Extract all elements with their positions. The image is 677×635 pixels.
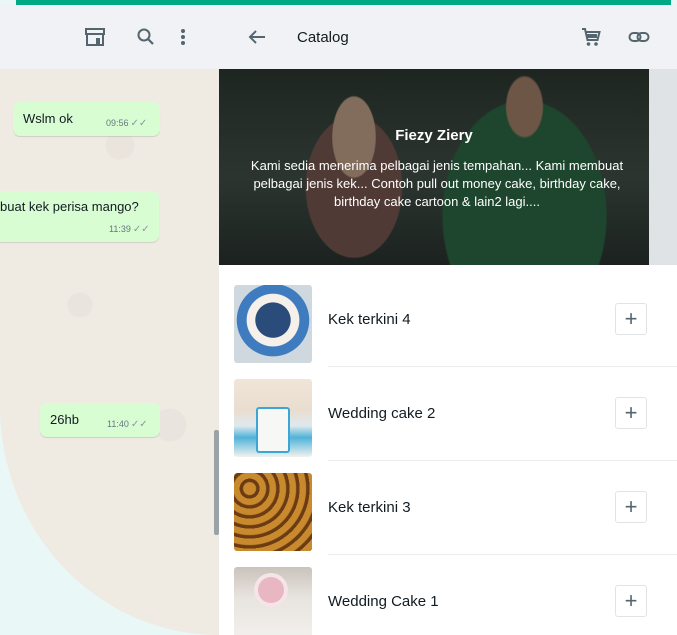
product-item[interactable]: Kek terkini 3 + xyxy=(219,461,677,555)
add-product-button[interactable]: + xyxy=(615,397,647,429)
cake-flower xyxy=(258,577,284,603)
business-name: Fiezy Ziery xyxy=(395,127,473,144)
chat-wallpaper xyxy=(0,5,219,635)
message-bubble[interactable]: buat kek perisa mango? 11:39 ✓✓ xyxy=(0,191,159,242)
back-arrow-icon[interactable] xyxy=(245,25,269,49)
double-check-icon: ✓✓ xyxy=(132,224,150,235)
product-name: Wedding cake 2 xyxy=(328,405,436,422)
catalog-banner: Fiezy Ziery Kami sedia menerima pelbagai… xyxy=(219,69,649,265)
add-product-button[interactable]: + xyxy=(615,585,647,617)
add-product-button[interactable]: + xyxy=(615,303,647,335)
menu-icon[interactable] xyxy=(171,25,195,49)
banner-edge xyxy=(649,69,677,265)
cart-icon[interactable] xyxy=(579,25,603,49)
message-text: buat kek perisa mango? xyxy=(0,199,139,214)
product-name: Kek terkini 3 xyxy=(328,499,411,516)
catalog-title: Catalog xyxy=(297,29,349,46)
product-name: Kek terkini 4 xyxy=(328,311,411,328)
product-item[interactable]: Wedding Cake 1 + xyxy=(219,555,677,635)
product-thumbnail xyxy=(234,473,312,551)
message-time: 11:40 ✓✓ xyxy=(107,419,148,430)
catalog-header: Catalog xyxy=(219,5,677,69)
search-icon[interactable] xyxy=(134,25,158,49)
cake-shape xyxy=(256,407,290,453)
product-thumbnail xyxy=(234,567,312,635)
chat-header xyxy=(0,5,219,69)
chat-panel: Wslm ok 09:56 ✓✓ buat kek perisa mango? 1… xyxy=(0,5,219,635)
message-bubble[interactable]: Wslm ok 09:56 ✓✓ xyxy=(13,102,160,136)
product-thumbnail xyxy=(234,285,312,363)
link-icon[interactable] xyxy=(627,25,651,49)
plus-icon: + xyxy=(624,306,638,331)
plus-icon: + xyxy=(624,588,638,613)
double-check-icon: ✓✓ xyxy=(130,118,148,129)
message-bubble[interactable]: 26hb 11:40 ✓✓ xyxy=(40,403,160,437)
product-thumbnail xyxy=(234,379,312,457)
message-text: Wslm ok xyxy=(23,111,73,126)
plus-icon: + xyxy=(624,400,638,425)
shop-icon[interactable] xyxy=(83,25,107,49)
add-product-button[interactable]: + xyxy=(615,491,647,523)
product-item[interactable]: Kek terkini 4 + xyxy=(219,273,677,367)
message-time: 11:39 ✓✓ xyxy=(109,224,150,235)
catalog-panel: Catalog Fiezy Ziery Kami sedia menerima … xyxy=(219,5,677,635)
message-time: 09:56 ✓✓ xyxy=(106,118,148,129)
message-text: 26hb xyxy=(50,412,79,427)
product-item[interactable]: Wedding cake 2 + xyxy=(219,367,677,461)
business-description: Kami sedia menerima pelbagai jenis tempa… xyxy=(250,158,624,209)
double-check-icon: ✓✓ xyxy=(130,419,148,430)
plus-icon: + xyxy=(624,494,638,519)
product-name: Wedding Cake 1 xyxy=(328,593,439,610)
